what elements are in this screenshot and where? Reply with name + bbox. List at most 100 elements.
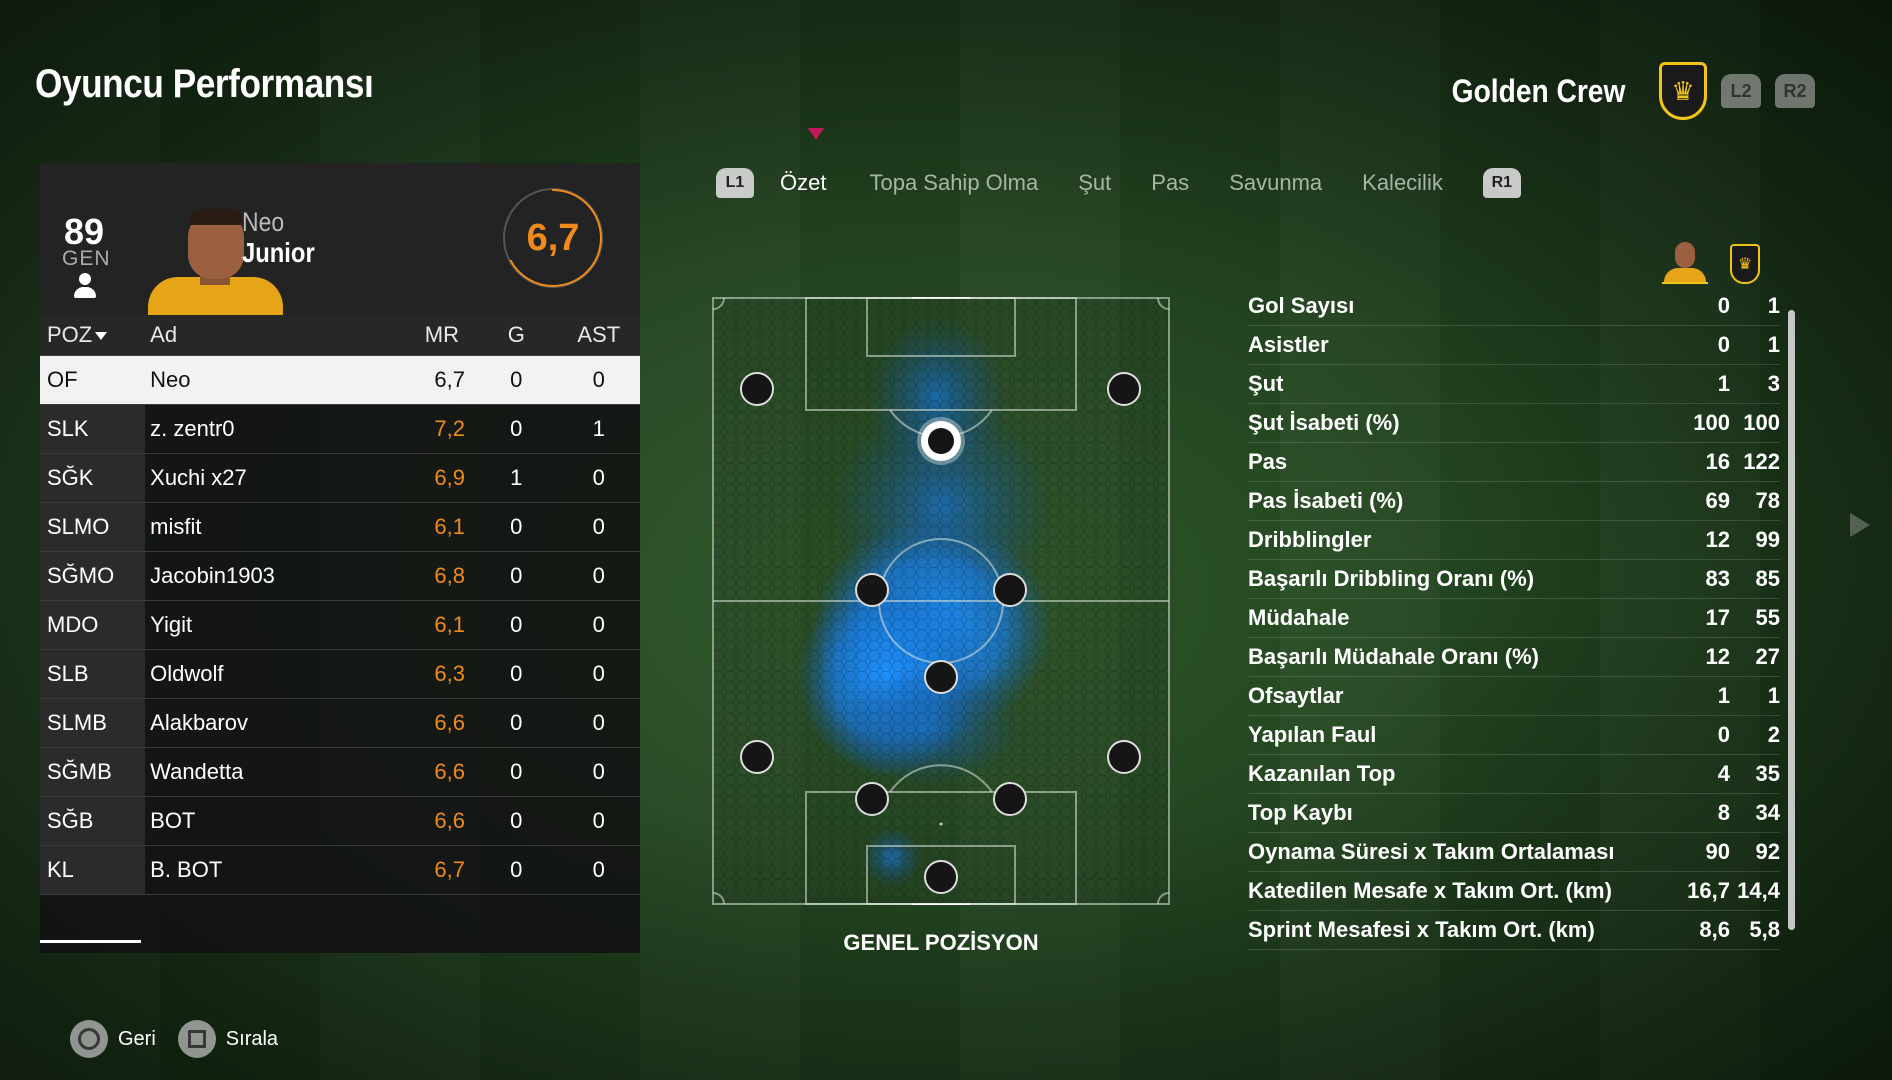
player-row[interactable]: SĞMO Jacobin1903 6,8 0 0 — [40, 551, 640, 601]
stat-team-value: 34 — [1755, 800, 1780, 825]
player-row[interactable]: OF Neo 6,7 0 0 — [40, 355, 640, 405]
player-name: Alakbarov — [145, 698, 362, 748]
player-assists: 0 — [557, 796, 640, 846]
player-match-rating: 6,9 — [361, 453, 476, 503]
overall-label: GEN — [62, 247, 111, 270]
stat-row: Dribblingler 12 99 — [1248, 521, 1780, 560]
player-goals: 1 — [475, 453, 558, 503]
match-rating-value: 6,7 — [526, 216, 580, 259]
player-list-panel: 89 GEN Neo Junior 6,7 POZ Ad MR G AST OF… — [40, 163, 640, 953]
player-match-rating: 6,1 — [361, 502, 476, 552]
stat-player-value: 12 — [1705, 527, 1730, 552]
stat-row: Kazanılan Top 4 35 — [1248, 755, 1780, 794]
stat-player-value: 4 — [1717, 761, 1730, 786]
player-row[interactable]: SĞK Xuchi x27 6,9 1 0 — [40, 453, 640, 503]
player-name: Wandetta — [145, 747, 362, 797]
player-position: SĞK — [40, 453, 146, 503]
circle-button-icon — [70, 1020, 108, 1058]
player-row[interactable]: SLK z. zentr0 7,2 0 1 — [40, 404, 640, 454]
column-header-mr[interactable]: MR — [361, 315, 476, 356]
column-header-g[interactable]: G — [475, 315, 558, 356]
player-goals: 0 — [475, 649, 558, 699]
player-row[interactable]: SLB Oldwolf 6,3 0 0 — [40, 649, 640, 699]
sort-arrow-icon — [95, 331, 108, 340]
r1-button[interactable]: R1 — [1482, 168, 1521, 198]
player-match-rating: 7,2 — [361, 404, 476, 454]
player-assists: 0 — [557, 453, 640, 503]
stat-team-value: 1 — [1767, 293, 1780, 318]
player-row[interactable]: SLMB Alakbarov 6,6 0 0 — [40, 698, 640, 748]
tab-pas[interactable]: Pas — [1151, 170, 1189, 196]
tab-kalecilik[interactable]: Kalecilik — [1362, 170, 1443, 196]
player-table: POZ Ad MR G AST OF Neo 6,7 0 0 SLK z. zentr0 7,… — [40, 315, 640, 895]
column-header-pos[interactable]: POZ — [40, 315, 146, 356]
player-position: SLB — [40, 649, 146, 699]
stat-label: Başarılı Müdahale Oranı (%) — [1248, 644, 1539, 669]
stat-team-value: 3 — [1767, 371, 1780, 396]
tab-topa-sahip-olma[interactable]: Topa Sahip Olma — [869, 170, 1038, 196]
column-header-ast[interactable]: AST — [557, 315, 640, 356]
tab-savunma[interactable]: Savunma — [1229, 170, 1322, 196]
player-assists: 0 — [557, 747, 640, 797]
back-hint[interactable]: Geri — [70, 1020, 156, 1058]
stat-team-value: 100 — [1743, 410, 1780, 435]
stat-row: Başarılı Dribbling Oranı (%) 83 85 — [1248, 560, 1780, 599]
stat-row: Pas 16 122 — [1248, 443, 1780, 482]
stat-team-value: 5,8 — [1749, 917, 1780, 942]
stat-label: Oynama Süresi x Takım Ortalaması — [1248, 839, 1615, 864]
player-match-rating: 6,1 — [361, 600, 476, 650]
l2-button[interactable]: L2 — [1721, 74, 1761, 108]
stat-label: Pas İsabeti (%) — [1248, 488, 1404, 513]
page-title: Oyuncu Performansı — [35, 62, 374, 106]
player-row[interactable]: SLMO misfit 6,1 0 0 — [40, 502, 640, 552]
table-header-row: POZ Ad MR G AST — [40, 315, 640, 356]
player-match-rating: 6,7 — [361, 845, 476, 895]
pitch-label: GENEL POZİSYON — [843, 930, 1039, 955]
stat-team-value: 14,4 — [1737, 878, 1780, 903]
player-goals: 0 — [475, 404, 558, 454]
person-icon — [73, 273, 97, 299]
player-match-rating: 6,6 — [361, 747, 476, 797]
sort-hint[interactable]: Sırala — [177, 1020, 278, 1058]
player-name: BOT — [145, 796, 362, 846]
stat-player-value: 16,7 — [1687, 878, 1730, 903]
chevron-right-icon[interactable] — [1850, 513, 1870, 537]
tab-sut[interactable]: Şut — [1078, 170, 1111, 196]
stat-row: Müdahale 17 55 — [1248, 599, 1780, 638]
stat-player-value: 0 — [1717, 722, 1730, 747]
player-row[interactable]: SĞB BOT 6,6 0 0 — [40, 796, 640, 846]
stats-scrollbar[interactable] — [1788, 310, 1795, 930]
stat-player-value: 1 — [1717, 683, 1730, 708]
r2-button[interactable]: R2 — [1775, 74, 1815, 108]
stat-team-value: 99 — [1755, 527, 1780, 552]
match-rating-ring: 6,7 — [503, 188, 603, 288]
column-header-name[interactable]: Ad — [145, 315, 362, 356]
player-position: KL — [40, 845, 146, 895]
tab-marker-icon — [808, 128, 824, 140]
stat-team-value: 35 — [1755, 761, 1780, 786]
player-name: Neo — [145, 355, 362, 405]
stat-team-value: 1 — [1767, 683, 1780, 708]
stat-label: Gol Sayısı — [1248, 293, 1355, 318]
stat-team-value: 78 — [1755, 488, 1780, 513]
stat-row: Gol Sayısı 0 1 — [1248, 287, 1780, 326]
stat-row: Şut İsabeti (%) 100 100 — [1248, 404, 1780, 443]
player-name: z. zentr0 — [145, 404, 362, 454]
stat-team-value: 27 — [1755, 644, 1780, 669]
stat-player-value: 83 — [1705, 566, 1730, 591]
tab-ozet[interactable]: Özet — [780, 170, 826, 196]
player-assists: 1 — [557, 404, 640, 454]
player-row[interactable]: SĞMB Wandetta 6,6 0 0 — [40, 747, 640, 797]
player-position: SLK — [40, 404, 146, 454]
l1-button[interactable]: L1 — [716, 168, 754, 198]
player-name: B. BOT — [145, 845, 362, 895]
player-position: SLMB — [40, 698, 146, 748]
scrollbar-thumb[interactable] — [1788, 310, 1795, 930]
player-goals: 0 — [475, 796, 558, 846]
player-row[interactable]: MDO Yigit 6,1 0 0 — [40, 600, 640, 650]
stat-row: Başarılı Müdahale Oranı (%) 12 27 — [1248, 638, 1780, 677]
player-assists: 0 — [557, 698, 640, 748]
player-row[interactable]: KL B. BOT 6,7 0 0 — [40, 845, 640, 895]
stat-team-value: 1 — [1767, 332, 1780, 357]
team-name: Golden Crew — [1451, 72, 1625, 109]
